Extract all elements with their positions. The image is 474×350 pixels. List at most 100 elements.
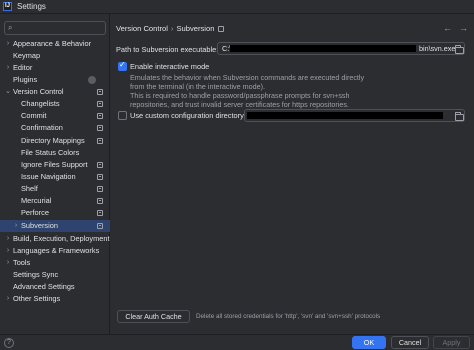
project-settings-icon [97,223,103,229]
apply-button[interactable]: Apply [433,336,470,349]
sidebar-item[interactable]: Perforce [0,207,110,219]
sidebar-item-label: Commit [21,111,47,120]
svn-path-label: Path to Subversion executable: [116,45,219,54]
project-settings-icon [97,101,103,107]
title-bar: IJ Settings [0,0,474,14]
cancel-button[interactable]: Cancel [391,336,429,349]
svn-path-suffix: bin\svn.exe [419,44,456,53]
sidebar-item[interactable]: › Other Settings [0,293,110,305]
interactive-mode-checkbox[interactable] [118,60,127,71]
breadcrumb: Version Control › Subversion [116,24,225,33]
sidebar-item[interactable]: › Editor [0,62,110,74]
sidebar-item-label: Build, Execution, Deployment [13,234,110,243]
sidebar-item[interactable]: Shelf [0,183,110,195]
sidebar-item-label: Appearance & Behavior [13,39,92,48]
interactive-mode-description: Emulates the behavior when Subversion co… [130,73,364,109]
sidebar-item-label: Mercurial [21,196,52,205]
redacted-config-path [247,112,443,119]
app-icon: IJ [3,2,12,11]
chevron-icon[interactable]: › [4,293,12,305]
project-settings-icon [97,174,103,180]
breadcrumb-parent[interactable]: Version Control [116,24,168,33]
clear-auth-cache-button[interactable]: Clear Auth Cache [117,310,190,323]
sidebar-item-label: Confirmation [21,123,63,132]
description-line: Emulates the behavior when Subversion co… [130,73,365,82]
sidebar-item[interactable]: Directory Mappings [0,135,110,147]
sidebar-item[interactable]: › Appearance & Behavior [0,38,110,50]
chevron-icon[interactable]: › [4,245,12,257]
redacted-path [230,45,416,52]
description-line: from the terminal (in the interactive mo… [130,82,266,91]
sidebar-item[interactable]: Plugins [0,74,110,86]
sidebar-item[interactable]: Confirmation [0,122,110,134]
custom-config-label[interactable]: Use custom configuration directory: [130,111,246,120]
project-settings-icon [97,125,103,131]
sidebar-item[interactable]: › Subversion [0,220,110,232]
settings-search-input[interactable]: ⌕ [4,21,106,35]
dialog-footer: ? OK Cancel Apply [0,334,474,350]
sidebar-item-label: Changelists [21,99,60,108]
chevron-icon[interactable]: › [4,38,12,50]
sidebar-item[interactable]: Keymap [0,50,110,62]
forward-arrow-icon[interactable]: → [459,23,468,33]
sidebar-item[interactable]: › Languages & Frameworks [0,245,110,257]
sidebar-item-label: Tools [13,258,31,267]
sidebar-item[interactable]: Advanced Settings [0,281,110,293]
svn-path-field[interactable]: C:\ bin\svn.exe [217,42,465,55]
project-settings-icon [97,198,103,204]
sidebar-item-label: Shelf [21,184,38,193]
project-settings-icon [97,113,103,119]
sidebar-item[interactable]: Settings Sync [0,269,110,281]
sidebar-item[interactable]: Mercurial [0,195,110,207]
sidebar-item-label: Subversion [21,221,58,230]
subversion-settings-panel: Version Control › Subversion ← → Path to S… [111,14,474,334]
sidebar-item-label: Plugins [13,75,38,84]
sidebar-item-label: Issue Navigation [21,172,76,181]
sidebar-item-label: Editor [13,63,33,72]
sidebar-item-label: Advanced Settings [13,282,75,291]
ok-button[interactable]: OK [352,336,386,349]
browse-folder-icon[interactable] [455,45,464,54]
project-settings-icon [97,186,103,192]
sidebar-item[interactable]: Issue Navigation [0,171,110,183]
window-title: Settings [17,2,46,11]
description-line: This is required to handle password/pass… [130,91,350,100]
sidebar-item[interactable]: Changelists [0,98,110,110]
sidebar-item[interactable]: File Status Colors [0,147,110,159]
chevron-icon[interactable]: › [4,257,12,269]
project-settings-icon [97,162,103,168]
project-settings-icon [97,210,103,216]
chevron-icon[interactable]: › [12,220,20,232]
project-settings-icon [97,138,103,144]
custom-config-checkbox[interactable] [118,111,127,120]
sidebar-item-label: Perforce [21,208,49,217]
project-settings-icon [97,89,103,95]
sidebar-item-label: Languages & Frameworks [13,246,100,255]
sidebar-item[interactable]: Commit [0,110,110,122]
clear-auth-cache-hint: Delete all stored credentials for 'http'… [196,313,381,320]
settings-sidebar: ⌕ › Appearance & Behavior Keymap › Editor Plu… [0,14,110,334]
sidebar-item[interactable]: › Tools [0,257,110,269]
help-icon[interactable]: ? [4,338,14,348]
sidebar-item-label: Other Settings [13,294,61,303]
sidebar-item[interactable]: › Build, Execution, Deployment [0,233,110,245]
sidebar-item-label: Ignore Files Support [21,160,88,169]
chevron-icon[interactable]: › [4,233,12,245]
chevron-icon[interactable]: ⌄ [4,86,12,98]
breadcrumb-current: Subversion [176,24,215,33]
sidebar-item[interactable]: Ignore Files Support [0,159,110,171]
description-line: repositories, and trust invalid server c… [130,100,349,109]
sidebar-item-label: Directory Mappings [21,136,85,145]
project-settings-icon [218,26,225,32]
sidebar-item-label: Keymap [13,51,41,60]
chevron-icon[interactable]: › [4,62,12,74]
custom-config-field[interactable] [244,109,465,122]
sidebar-item-label: File Status Colors [21,148,80,157]
back-arrow-icon[interactable]: ← [443,23,452,33]
interactive-mode-label[interactable]: Enable interactive mode [130,62,209,71]
sidebar-item[interactable]: ⌄ Version Control [0,86,110,98]
sidebar-item-label: Version Control [13,87,64,96]
breadcrumb-separator: › [170,24,174,33]
browse-config-folder-icon[interactable] [455,112,464,121]
search-icon: ⌕ [8,23,13,32]
